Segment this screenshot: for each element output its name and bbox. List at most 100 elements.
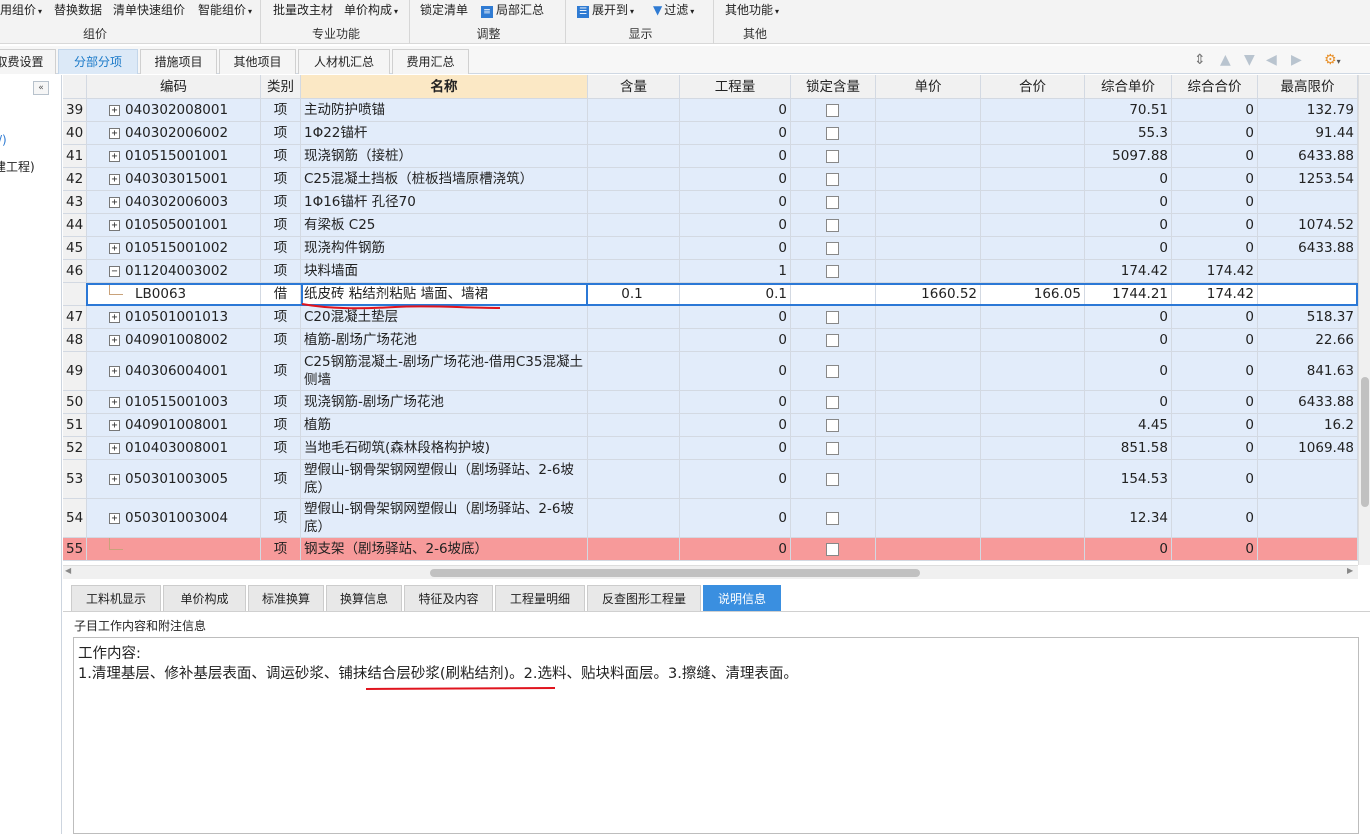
expand-row-icon[interactable]: + [109,312,120,323]
table-row[interactable]: 48 +040901008002 项植筋-剧场广场花池 0 0 0 22.66 [63,329,1358,352]
scroll-right-icon[interactable]: ▶ [1347,566,1353,575]
vertical-scroll-thumb[interactable] [1361,377,1369,507]
notes-panel[interactable]: 工作内容: 1.清理基层、修补基层表面、调运砂浆、铺抹结合层砂浆(刷粘结剂)。2… [73,637,1359,834]
collapse-panel-button[interactable]: « [33,81,49,95]
tab-unit-price-composition[interactable]: 单价构成 [163,585,246,611]
table-row[interactable]: 52 +010403008001 项当地毛石砌筑(森林段格构护坡) 0 851.58 0 1… [63,437,1358,460]
cell-lock[interactable] [791,391,876,414]
table-row[interactable]: 40 +040302006002 项 1Φ22锚杆 0 55.3 0 91.44 [63,122,1358,145]
table-row[interactable]: 55 项钢支架（剧场驿站、2-6坡底） 0 0 0 [63,538,1358,561]
expand-row-icon[interactable]: + [109,397,120,408]
header-unit-total[interactable]: 综合合价 [1172,75,1258,99]
expand-row-icon[interactable]: + [109,474,120,485]
lock-checkbox[interactable] [826,242,839,255]
table-row[interactable]: 50 +010515001003 项现浇钢筋-剧场广场花池 0 0 0 6433.88 [63,391,1358,414]
table-row[interactable]: 53 +050301003005 项塑假山-钢骨架钢网塑假山（剧场驿站、2-6坡底）… [63,460,1358,499]
other-functions-button[interactable]: 其他功能 ▾ [725,2,779,18]
lock-checkbox[interactable] [826,150,839,163]
expand-to-button[interactable]: ☰ 展开到 ▾ [577,2,634,18]
tab-material-summary[interactable]: 人材机汇总 [298,49,390,74]
tab-sub-items[interactable]: 分部分项 [58,49,138,74]
lock-checkbox[interactable] [826,512,839,525]
header-content[interactable]: 含量 [588,75,680,99]
use-pricing-button[interactable]: 用组价 ▾ [0,2,42,18]
tree-item[interactable]: 建工程) [0,158,35,175]
header-code[interactable]: 编码 [87,75,261,99]
lock-checkbox[interactable] [826,127,839,140]
expand-row-icon[interactable]: + [109,366,120,377]
lock-checkbox[interactable] [826,196,839,209]
cell-lock[interactable] [791,145,876,168]
quick-pricing-button[interactable]: 清单快速组价 [113,2,185,18]
lock-checkbox[interactable] [826,334,839,347]
scroll-left-icon[interactable]: ◀ [65,566,71,575]
lock-checkbox[interactable] [826,442,839,455]
cell-lock[interactable] [791,168,876,191]
lock-checkbox[interactable] [826,419,839,432]
batch-material-button[interactable]: 批量改主材 [273,2,333,18]
expand-row-icon[interactable]: + [109,220,120,231]
cell-lock[interactable] [791,460,876,499]
cell-lock[interactable] [791,122,876,145]
tab-other-items[interactable]: 其他项目 [219,49,296,74]
header-max-price[interactable]: 最高限价 [1258,75,1358,99]
tab-quantity-detail[interactable]: 工程量明细 [495,585,585,611]
lock-checkbox[interactable] [826,104,839,117]
table-row[interactable]: 44 +010505001001 项有梁板 C25 0 0 0 1074.52 [63,214,1358,237]
tab-graphic-quantity[interactable]: 反查图形工程量 [587,585,701,611]
tab-measures[interactable]: 措施项目 [140,49,217,74]
expand-row-icon[interactable]: + [109,128,120,139]
lock-list-button[interactable]: 锁定清单 [420,2,468,18]
table-row[interactable]: 43 +040302006003 项 1Φ16锚杆 孔径70 0 0 0 [63,191,1358,214]
cell-lock[interactable] [791,99,876,122]
header-lock[interactable]: 锁定含量 [791,75,876,99]
lock-checkbox[interactable] [826,473,839,486]
vertical-scrollbar[interactable] [1358,75,1370,565]
cell-lock[interactable] [791,538,876,561]
table-row[interactable]: 51 +040901008001 项植筋 0 4.45 0 16.2 [63,414,1358,437]
sort-icon[interactable]: ⇕ [1194,52,1206,68]
unit-price-button[interactable]: 单价构成 ▾ [344,2,398,18]
expand-row-icon[interactable]: + [109,513,120,524]
table-row[interactable]: 49 +040306004001 项 C25钢筋混凝土-剧场广场花池-借用C35混凝土… [63,352,1358,391]
lock-checkbox[interactable] [826,543,839,556]
cell-lock[interactable] [791,306,876,329]
cell-lock[interactable] [791,260,876,283]
arrow-up-icon[interactable]: ▲ [1220,52,1231,68]
header-price[interactable]: 单价 [876,75,981,99]
replace-data-button[interactable]: 替换数据 [54,2,102,18]
expand-row-icon[interactable]: + [109,335,120,346]
tab-fee-settings[interactable]: 取费设置 [0,49,56,74]
expand-row-icon[interactable]: + [109,174,120,185]
tab-conversion-info[interactable]: 换算信息 [326,585,402,611]
tab-description[interactable]: 说明信息 [703,585,781,611]
table-row[interactable]: 45 +010515001002 项现浇构件钢筋 0 0 0 6433.88 [63,237,1358,260]
cell-lock[interactable] [791,191,876,214]
horizontal-scroll-thumb[interactable] [430,569,920,577]
arrow-right-icon[interactable]: ▶ [1291,52,1302,68]
expand-row-icon[interactable]: + [109,197,120,208]
lock-checkbox[interactable] [826,219,839,232]
partial-summary-button[interactable]: ≡ 局部汇总 [481,2,544,18]
collapse-row-icon[interactable]: − [109,266,120,277]
cell-lock[interactable] [791,329,876,352]
cell-lock[interactable] [791,237,876,260]
header-quantity[interactable]: 工程量 [680,75,791,99]
tree-item[interactable]: /) [0,133,7,147]
expand-row-icon[interactable]: + [109,105,120,116]
expand-row-icon[interactable]: + [109,243,120,254]
header-name[interactable]: 名称 [301,75,588,99]
cell-lock[interactable] [791,214,876,237]
lock-checkbox[interactable] [826,365,839,378]
table-row[interactable]: LB0063 借纸皮砖 粘结剂粘贴 墙面、墙裙 0.1 0.1 1660.52 166.0… [63,283,1358,306]
lock-checkbox[interactable] [826,265,839,278]
cell-lock[interactable] [791,499,876,538]
settings-icon[interactable]: ⚙▾ [1324,52,1341,68]
lock-checkbox[interactable] [826,311,839,324]
table-row[interactable]: 42 +040303015001 项 C25混凝土挡板（桩板挡墙原槽浇筑） 0 0 0 125… [63,168,1358,191]
cell-lock[interactable] [791,437,876,460]
arrow-down-icon[interactable]: ▼ [1244,52,1255,68]
header-unit-price[interactable]: 综合单价 [1085,75,1172,99]
table-row[interactable]: 47 +010501001013 项 C20混凝土垫层 0 0 0 518.37 [63,306,1358,329]
horizontal-scrollbar[interactable]: ◀ ▶ [63,565,1358,579]
